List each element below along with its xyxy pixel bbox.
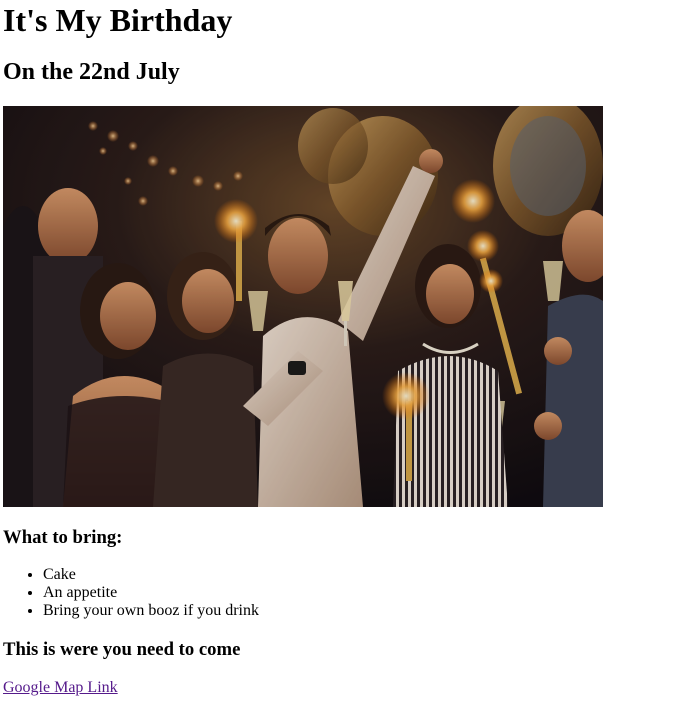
list-item: An appetite (43, 584, 695, 602)
bring-list: Cake An appetite Bring your own booz if … (3, 566, 695, 620)
list-item: Bring your own booz if you drink (43, 602, 695, 620)
page-title: It's My Birthday (3, 2, 233, 38)
google-map-link[interactable]: Google Map Link (3, 679, 118, 697)
what-to-bring-heading: What to bring: (3, 527, 123, 548)
party-photo (3, 106, 603, 507)
page-subtitle: On the 22nd July (3, 59, 180, 85)
location-heading: This is were you need to come (3, 639, 241, 660)
list-item: Cake (43, 566, 695, 584)
